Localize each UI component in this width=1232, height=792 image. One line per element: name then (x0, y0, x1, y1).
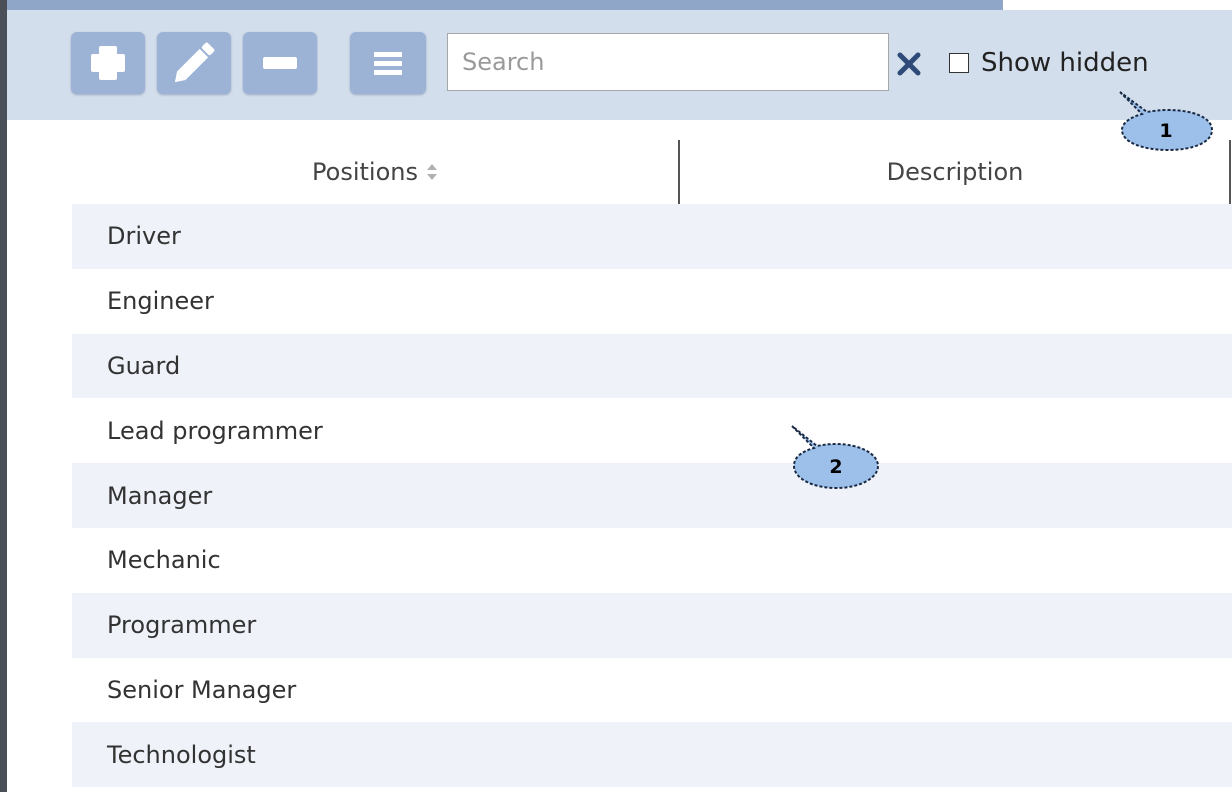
position-cell: Senior Manager (107, 675, 297, 704)
column-label: Description (886, 158, 1024, 186)
table-row[interactable]: Senior Manager (72, 657, 1232, 723)
table-row[interactable]: Lead programmer (72, 398, 1232, 464)
positions-window: Show hidden 1 Positions Description Driv… (0, 0, 1232, 792)
column-header-description[interactable]: Description (680, 140, 1230, 204)
position-cell: Driver (107, 222, 181, 251)
position-cell: Mechanic (107, 546, 221, 575)
positions-table: Positions Description Driver Engineer Gu… (72, 140, 1232, 788)
remove-button[interactable] (243, 32, 317, 94)
column-divider[interactable] (1229, 140, 1231, 204)
table-row[interactable]: Mechanic (72, 527, 1232, 593)
column-header-positions[interactable]: Positions (72, 140, 678, 204)
add-button[interactable] (71, 32, 145, 94)
show-hidden-checkbox[interactable] (949, 53, 969, 73)
table-row[interactable]: Manager (72, 463, 1232, 528)
callout-2: 2 (791, 425, 880, 490)
window-left-border (0, 0, 7, 792)
edit-button[interactable] (157, 32, 231, 94)
plus-icon (91, 46, 125, 80)
table-row[interactable]: Programmer (72, 592, 1232, 658)
position-cell: Engineer (107, 287, 214, 316)
column-label: Positions (312, 158, 418, 186)
table-row[interactable]: Engineer (72, 268, 1232, 334)
position-cell: Manager (107, 481, 213, 510)
table-row[interactable]: Driver (72, 204, 1232, 269)
position-cell: Guard (107, 351, 181, 380)
top-accent-bar (7, 0, 1003, 10)
close-icon[interactable] (897, 52, 921, 76)
show-hidden-label: Show hidden (981, 48, 1149, 78)
position-cell: Technologist (107, 740, 256, 769)
position-cell: Lead programmer (107, 416, 323, 445)
menu-icon (374, 52, 402, 75)
position-cell: Programmer (107, 611, 257, 640)
table-row[interactable]: Guard (72, 333, 1232, 399)
sort-icon (426, 164, 437, 180)
callout-1-number: 1 (1159, 120, 1172, 142)
search-input[interactable] (447, 33, 889, 91)
show-hidden-toggle[interactable]: Show hidden (949, 46, 1149, 80)
toolbar: Show hidden (7, 10, 1232, 120)
table-header: Positions Description (72, 140, 1232, 204)
callout-2-number: 2 (829, 456, 842, 478)
menu-button[interactable] (350, 32, 426, 94)
table-row[interactable]: Technologist (72, 722, 1232, 788)
pencil-icon (174, 42, 215, 83)
minus-icon (263, 57, 297, 69)
